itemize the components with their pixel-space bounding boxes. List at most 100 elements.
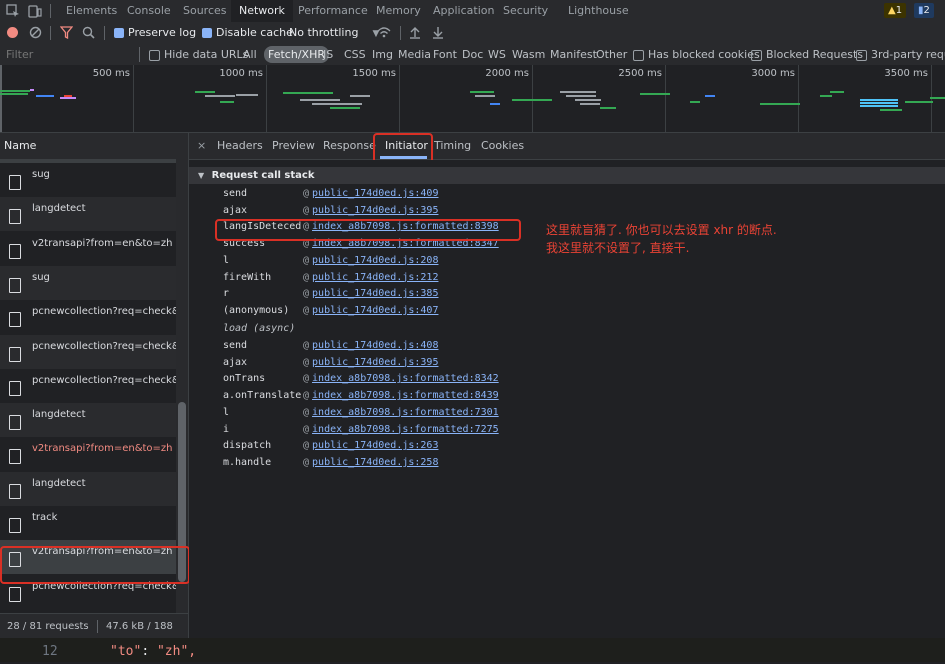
type-filter-other[interactable]: Other [596,44,627,65]
stack-frame: l @ index_a8b7098.js:formatted:7301 [223,405,499,421]
request-row[interactable]: sug [0,163,176,197]
source-link[interactable]: public_174d0ed.js:409 [312,188,438,199]
source-link[interactable]: index_a8b7098.js:formatted:8342 [312,373,499,384]
third-party-checkbox[interactable]: 3rd-party reques [856,44,945,65]
type-filter-css[interactable]: CSS [344,44,366,65]
request-row[interactable]: v2transapi?from=en&to=zh [0,232,176,266]
clear-icon[interactable] [29,26,42,39]
source-link[interactable]: index_a8b7098.js:formatted:7275 [312,424,499,435]
document-icon [9,518,21,533]
export-har-icon[interactable] [432,26,444,39]
type-filter-doc[interactable]: Doc [462,44,483,65]
at-sign: @ [303,440,310,452]
type-filter-img[interactable]: Img [372,44,393,65]
waterfall-segment [330,107,360,109]
request-row[interactable]: pcnewcollection?req=check&fa... [0,300,178,334]
waterfall-segment [580,103,600,105]
overview-handle[interactable] [0,65,2,132]
tab-application[interactable]: Application [433,0,494,22]
source-link[interactable]: public_174d0ed.js:407 [312,305,438,316]
gridline [399,65,400,132]
messages-badge[interactable]: ▮2 [914,3,934,18]
type-filter-wasm[interactable]: Wasm [512,44,545,65]
network-overview[interactable]: 500 ms 1000 ms 1500 ms 2000 ms 2500 ms 3… [0,65,945,133]
request-row[interactable]: pcnewcollection?req=check&fa... [0,334,178,369]
type-filter-js[interactable]: JS [323,44,333,65]
type-filter-ws[interactable]: WS [488,44,506,65]
request-row[interactable]: v2transapi?from=en&to=zh [0,437,176,471]
inspect-element-icon[interactable] [6,4,20,18]
tab-elements[interactable]: Elements [66,0,117,22]
request-row[interactable]: sug [0,265,176,300]
waterfall-segment [930,97,945,99]
tab-sources[interactable]: Sources [183,0,227,22]
tab-network[interactable]: Network [231,0,293,22]
blocked-requests-checkbox[interactable]: Blocked Requests [751,44,863,65]
stack-frame: dispatch @ public_174d0ed.js:263 [223,438,438,454]
tab-memory[interactable]: Memory [376,0,421,22]
stack-frame: m.handle @ public_174d0ed.js:258 [223,455,438,471]
search-icon[interactable] [82,26,95,39]
at-sign: @ [303,456,310,468]
tab-cookies[interactable]: Cookies [481,133,524,159]
source-link[interactable]: index_a8b7098.js:formatted:7301 [312,407,499,418]
tab-timing[interactable]: Timing [434,133,471,159]
preserve-log-checkbox[interactable]: Preserve log [114,22,196,44]
request-row[interactable]: track [0,506,176,540]
tab-performance[interactable]: Performance [298,0,368,22]
source-link[interactable]: public_174d0ed.js:395 [312,357,438,368]
type-filter-all[interactable]: All [243,44,257,65]
checkbox-unchecked-icon [751,49,762,61]
document-icon [9,175,21,190]
summary-bar: 28 / 81 requests 47.6 kB / 188 kB tra [0,613,188,657]
tab-security[interactable]: Security [503,0,548,22]
source-link[interactable]: public_174d0ed.js:395 [312,205,438,216]
request-row[interactable]: langdetect [0,197,176,232]
source-link[interactable]: public_174d0ed.js:258 [312,457,438,468]
document-icon [9,209,21,225]
device-toolbar-icon[interactable] [28,4,42,18]
throttling-select[interactable]: No throttling ▼ [289,22,379,44]
request-row[interactable]: langdetect [0,471,176,506]
warning-badge[interactable]: ▲1 [884,3,907,18]
stack-frame: send @ public_174d0ed.js:408 [223,338,438,354]
source-link[interactable]: public_174d0ed.js:212 [312,272,438,283]
network-conditions-icon[interactable] [377,26,391,39]
record-icon[interactable] [7,27,18,38]
close-icon[interactable]: × [197,133,206,159]
has-blocked-cookies-checkbox[interactable]: Has blocked cookies [633,44,760,65]
source-link[interactable]: public_174d0ed.js:408 [312,340,438,351]
waterfall-segment [470,91,494,93]
at-sign: @ [303,373,310,385]
source-link[interactable]: public_174d0ed.js:263 [312,440,438,451]
divider [50,4,51,18]
stack-frame: l @ public_174d0ed.js:208 [223,253,438,269]
tab-preview[interactable]: Preview [272,133,315,159]
document-icon [9,380,21,396]
type-filter-media[interactable]: Media [398,44,431,65]
hide-data-urls-checkbox[interactable]: Hide data URLs [149,44,248,65]
call-stack-section-header[interactable]: ▼ Request call stack [189,167,945,184]
waterfall-segment [820,95,832,97]
request-name: v2transapi?from=en&to=zh [32,237,173,249]
type-filter-fetch-xhr[interactable]: Fetch/XHR [264,46,329,63]
request-row[interactable]: langdetect [0,403,176,438]
source-link[interactable]: public_174d0ed.js:208 [312,255,438,266]
request-row[interactable]: pcnewcollection?req=check&fa... [0,369,178,403]
highlight-langisdeteced-frame [215,219,521,241]
tab-headers[interactable]: Headers [217,133,263,159]
disable-cache-checkbox[interactable]: Disable cache [202,22,293,44]
filter-input[interactable] [4,46,136,63]
filter-icon[interactable] [60,26,73,39]
import-har-icon[interactable] [409,26,421,39]
tab-response[interactable]: Response [323,133,376,159]
type-filter-font[interactable]: Font [433,44,457,65]
request-name: langdetect [32,477,86,489]
tab-lighthouse[interactable]: Lighthouse [568,0,629,22]
type-filter-manifest[interactable]: Manifest [550,44,597,65]
source-link[interactable]: index_a8b7098.js:formatted:8439 [312,390,499,401]
source-link[interactable]: public_174d0ed.js:385 [312,288,438,299]
tab-console[interactable]: Console [127,0,171,22]
tick-label: 500 ms [92,68,130,79]
name-column-header[interactable]: Name [0,133,188,160]
